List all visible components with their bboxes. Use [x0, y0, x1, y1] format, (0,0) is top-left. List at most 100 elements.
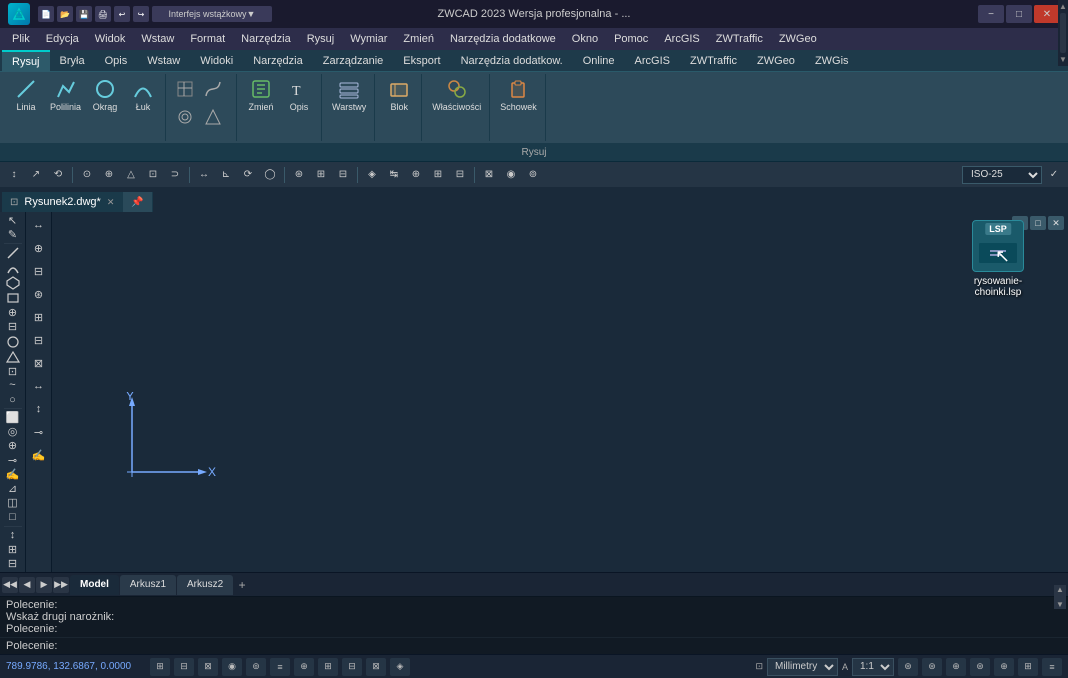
drawing-tab-rysunek2[interactable]: ⊡ Rysunek2.dwg* ✕	[2, 192, 123, 212]
tool2-9[interactable]: ↕	[28, 398, 50, 420]
snap-btn-9[interactable]: ↔	[194, 165, 214, 185]
snap-btn-11[interactable]: ⟳	[238, 165, 258, 185]
ribbon-btn-spline[interactable]	[200, 76, 226, 102]
open-icon[interactable]: 📂	[57, 6, 73, 22]
status-misc-1[interactable]: ⊛	[898, 658, 918, 676]
status-lineweight[interactable]: ≡	[270, 658, 290, 676]
tool2-7[interactable]: ⊠	[28, 352, 50, 374]
tool-circle2[interactable]: ○	[2, 393, 24, 406]
tool-wave[interactable]: ~	[2, 379, 24, 392]
menu-item-wymiar[interactable]: Wymiar	[342, 28, 395, 50]
tool-minus2[interactable]: ⊟	[2, 557, 24, 570]
ribbon-tab-online[interactable]: Online	[573, 50, 625, 72]
dw-close[interactable]: ✕	[1048, 216, 1064, 230]
ribbon-btn-offset[interactable]	[172, 104, 198, 130]
tool-pen[interactable]: ✎	[2, 228, 24, 241]
menu-item-narzędzia dodatkowe[interactable]: Narzędzia dodatkowe	[442, 28, 564, 50]
snap-btn-8[interactable]: ⊃	[165, 165, 185, 185]
ribbon-btn-region[interactable]	[200, 104, 226, 130]
tool-angle[interactable]: ⊿	[2, 482, 24, 495]
tool2-10[interactable]: ⊸	[28, 421, 50, 443]
tool-minus[interactable]: ⊟	[2, 320, 24, 333]
snap-btn-4[interactable]: ⊙	[77, 165, 97, 185]
snap-btn-19[interactable]: ⊞	[428, 165, 448, 185]
menu-item-zwtraffic[interactable]: ZWTraffic	[708, 28, 771, 50]
tool2-4[interactable]: ⊛	[28, 283, 50, 305]
tool-grid[interactable]: ⊞	[2, 543, 24, 556]
menu-item-pomoc[interactable]: Pomoc	[606, 28, 656, 50]
menu-item-plik[interactable]: Plik	[4, 28, 38, 50]
snap-btn-16[interactable]: ◈	[362, 165, 382, 185]
sheet-tab-arkusz2[interactable]: Arkusz2	[177, 575, 233, 595]
drawing-tab-pin[interactable]: 📌	[123, 192, 152, 212]
tool2-11[interactable]: ✍	[28, 444, 50, 466]
snap-btn-15[interactable]: ⊟	[333, 165, 353, 185]
snap-btn-13[interactable]: ⊛	[289, 165, 309, 185]
tool-arc[interactable]	[2, 261, 24, 275]
tool-circle[interactable]	[2, 335, 24, 349]
menu-item-zwgeo[interactable]: ZWGeo	[771, 28, 825, 50]
print-icon[interactable]: 🖨	[95, 6, 111, 22]
menu-item-widok[interactable]: Widok	[87, 28, 134, 50]
snap-btn-5[interactable]: ⊕	[99, 165, 119, 185]
menu-item-narzędzia[interactable]: Narzędzia	[233, 28, 299, 50]
ribbon-btn-opis[interactable]: T Opis	[281, 76, 317, 114]
ribbon-tab-narzędzia-dodatkow-[interactable]: Narzędzia dodatkow.	[451, 50, 573, 72]
ribbon-btn-zmien[interactable]: Zmień	[243, 76, 279, 114]
tool2-1[interactable]: ↔	[28, 214, 50, 236]
tool-triangle[interactable]	[2, 350, 24, 364]
tool-select[interactable]: ↖	[2, 214, 24, 227]
menu-item-rysuj[interactable]: Rysuj	[299, 28, 343, 50]
ribbon-btn-hatch[interactable]	[172, 76, 198, 102]
sheet-nav-first[interactable]: ◀◀	[2, 577, 18, 593]
ribbon-tab-arcgis[interactable]: ArcGIS	[625, 50, 680, 72]
menu-item-format[interactable]: Format	[182, 28, 233, 50]
ribbon-tab-zarządzanie[interactable]: Zarządzanie	[313, 50, 394, 72]
sheet-nav-next[interactable]: ▶	[36, 577, 52, 593]
ribbon-tab-bryła[interactable]: Bryła	[50, 50, 95, 72]
interface-dropdown[interactable]: Interfejs wstążkowy ▼	[152, 6, 272, 22]
ribbon-btn-blok[interactable]: Blok	[381, 76, 417, 114]
ribbon-tab-wstaw[interactable]: Wstaw	[137, 50, 190, 72]
sheet-add-button[interactable]: +	[234, 577, 250, 593]
snap-btn-10[interactable]: ⊾	[216, 165, 236, 185]
status-grid[interactable]: ⊞	[150, 658, 170, 676]
tool2-6[interactable]: ⊟	[28, 329, 50, 351]
tool-crosshair[interactable]: ⊕	[2, 306, 24, 319]
ribbon-btn-wlasciwosci[interactable]: Właściwości	[428, 76, 485, 114]
tool-panel[interactable]: ◫	[2, 496, 24, 509]
scale-selector[interactable]: 1:1	[852, 658, 894, 676]
ribbon-tab-zwtraffic[interactable]: ZWTraffic	[680, 50, 747, 72]
status-misc-4[interactable]: ⊛	[970, 658, 990, 676]
tool-arrow[interactable]: ⊸	[2, 454, 24, 467]
status-osnap[interactable]: ◉	[222, 658, 242, 676]
tool-plus[interactable]: ⊕	[2, 439, 24, 452]
snap-btn-12[interactable]: ◯	[260, 165, 280, 185]
tab-close-button[interactable]: ✕	[107, 197, 115, 208]
menu-item-wstaw[interactable]: Wstaw	[133, 28, 182, 50]
status-misc-5[interactable]: ⊕	[994, 658, 1014, 676]
tool2-3[interactable]: ⊟	[28, 260, 50, 282]
status-misc-6[interactable]: ⊞	[1018, 658, 1038, 676]
snap-btn-18[interactable]: ⊕	[406, 165, 426, 185]
ribbon-btn-linia[interactable]: Linia	[8, 76, 44, 114]
status-misc-2[interactable]: ⊛	[922, 658, 942, 676]
sheet-nav-last[interactable]: ▶▶	[53, 577, 69, 593]
snap-btn-3[interactable]: ⟲	[48, 165, 68, 185]
status-polar[interactable]: ⊠	[198, 658, 218, 676]
ribbon-tab-zwgis[interactable]: ZWGis	[805, 50, 859, 72]
tool-pen2[interactable]: ✍	[2, 468, 24, 481]
status-menu[interactable]: ≡	[1042, 658, 1062, 676]
tool-polygon[interactable]	[2, 276, 24, 290]
status-snap[interactable]: ⊟	[174, 658, 194, 676]
status-otrack[interactable]: ⊚	[246, 658, 266, 676]
menu-item-zmień[interactable]: Zmień	[395, 28, 442, 50]
tool-box[interactable]: ⊡	[2, 365, 24, 378]
snap-btn-7[interactable]: ⊡	[143, 165, 163, 185]
tool2-2[interactable]: ⊕	[28, 237, 50, 259]
ribbon-btn-warstwy[interactable]: Warstwy	[328, 76, 370, 114]
minimize-button[interactable]: −	[978, 5, 1004, 23]
ribbon-tab-zwgeo[interactable]: ZWGeo	[747, 50, 805, 72]
status-qprop[interactable]: ⊞	[318, 658, 338, 676]
undo-icon[interactable]: ↩	[114, 6, 130, 22]
